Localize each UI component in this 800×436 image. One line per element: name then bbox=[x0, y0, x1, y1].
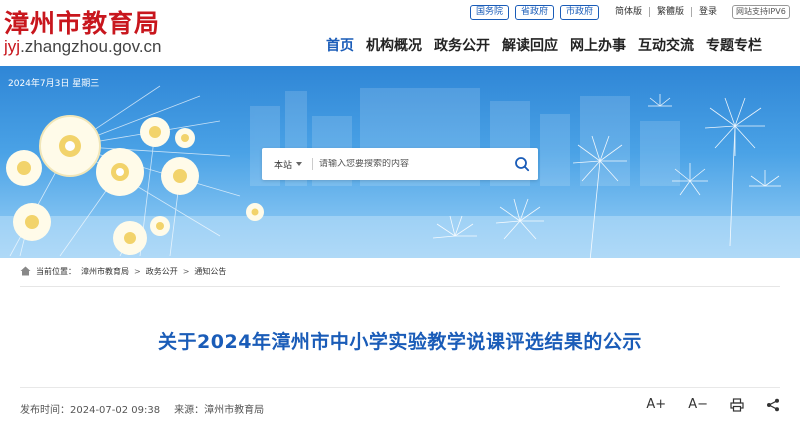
site-url-rest: .zhangzhou.gov.cn bbox=[20, 37, 162, 56]
search-icon bbox=[515, 157, 530, 172]
nav-item-home[interactable]: 首页 bbox=[320, 36, 360, 56]
divider bbox=[649, 7, 651, 17]
breadcrumb-item-bureau[interactable]: 漳州市教育局 bbox=[81, 266, 129, 277]
article-tools: A+ A− bbox=[646, 397, 780, 412]
site-url-highlight: jyj bbox=[4, 37, 21, 56]
site-logo-title[interactable]: 漳州市教育局 bbox=[4, 4, 160, 40]
site-url: jyj.zhangzhou.gov.cn bbox=[4, 37, 162, 57]
article-title: 关于2024年漳州市中小学实验教学说课评选结果的公示 bbox=[158, 331, 642, 353]
breadcrumb-label: 当前位置： bbox=[36, 266, 76, 276]
divider bbox=[691, 7, 693, 17]
home-icon bbox=[20, 266, 31, 276]
login-link[interactable]: 登录 bbox=[699, 6, 717, 19]
divider bbox=[312, 158, 313, 170]
search-input[interactable] bbox=[319, 159, 506, 169]
breadcrumb-separator: > bbox=[134, 266, 141, 276]
breadcrumb-separator: > bbox=[182, 266, 190, 276]
ipv6-badge: 网站支持IPV6 bbox=[732, 5, 790, 19]
article-source: 来源：漳州市教育局 bbox=[174, 405, 265, 416]
link-city-gov[interactable]: 市政府 bbox=[560, 5, 600, 20]
nav-item-interpretation[interactable]: 解读回应 bbox=[496, 36, 564, 56]
publish-time: 发布时间：2024-07-02 09:38 bbox=[20, 405, 161, 416]
article-meta: 发布时间：2024-07-02 09:38 来源：漳州市教育局 bbox=[20, 401, 264, 416]
font-decrease-button[interactable]: A− bbox=[688, 397, 708, 412]
search-bar: 本站 bbox=[262, 148, 538, 180]
print-icon bbox=[730, 397, 744, 412]
page: 漳州市教育局 jyj.zhangzhou.gov.cn 国务院 省政府 市政府 … bbox=[0, 0, 800, 436]
nav-item-organization[interactable]: 机构概况 bbox=[360, 36, 428, 56]
print-button[interactable] bbox=[730, 397, 744, 412]
nav-item-special-topics[interactable]: 专题专栏 bbox=[700, 36, 768, 56]
nav-item-online-service[interactable]: 网上办事 bbox=[564, 36, 632, 56]
traditional-link[interactable]: 繁體版 bbox=[657, 6, 684, 19]
breadcrumb-item-gov-affairs[interactable]: 政务公开 bbox=[146, 266, 178, 277]
top-utility-bar: 简体版 繁體版 登录 网站支持IPV6 bbox=[615, 5, 790, 19]
gov-links: 国务院 省政府 市政府 bbox=[470, 5, 600, 20]
chevron-down-icon bbox=[296, 162, 303, 166]
share-button[interactable] bbox=[766, 398, 780, 412]
article-card: 关于2024年漳州市中小学实验教学说课评选结果的公示 发布时间：2024-07-… bbox=[20, 286, 780, 436]
search-scope-select[interactable]: 本站 bbox=[262, 158, 308, 171]
link-state-council[interactable]: 国务院 bbox=[470, 5, 510, 20]
breadcrumb: 当前位置： 漳州市教育局 > 政务公开 > 通知公告 bbox=[20, 262, 226, 280]
hero-banner: 2024年7月3日 星期三 本站 bbox=[0, 66, 800, 258]
current-date: 2024年7月3日 星期三 bbox=[8, 79, 100, 89]
font-increase-button[interactable]: A+ bbox=[646, 397, 666, 412]
divider bbox=[20, 387, 780, 388]
link-province-gov[interactable]: 省政府 bbox=[515, 5, 555, 20]
share-icon bbox=[767, 398, 779, 411]
breadcrumb-item-notices[interactable]: 通知公告 bbox=[194, 266, 226, 277]
nav-item-interaction[interactable]: 互动交流 bbox=[632, 36, 700, 56]
search-button[interactable] bbox=[506, 148, 538, 180]
site-header: 漳州市教育局 jyj.zhangzhou.gov.cn 国务院 省政府 市政府 … bbox=[0, 0, 800, 66]
main-nav: 首页 机构概况 政务公开 解读回应 网上办事 互动交流 专题专栏 bbox=[320, 36, 768, 56]
simplified-link[interactable]: 简体版 bbox=[615, 6, 642, 19]
search-scope-label: 本站 bbox=[274, 160, 293, 171]
nav-item-gov-affairs[interactable]: 政务公开 bbox=[428, 36, 496, 56]
